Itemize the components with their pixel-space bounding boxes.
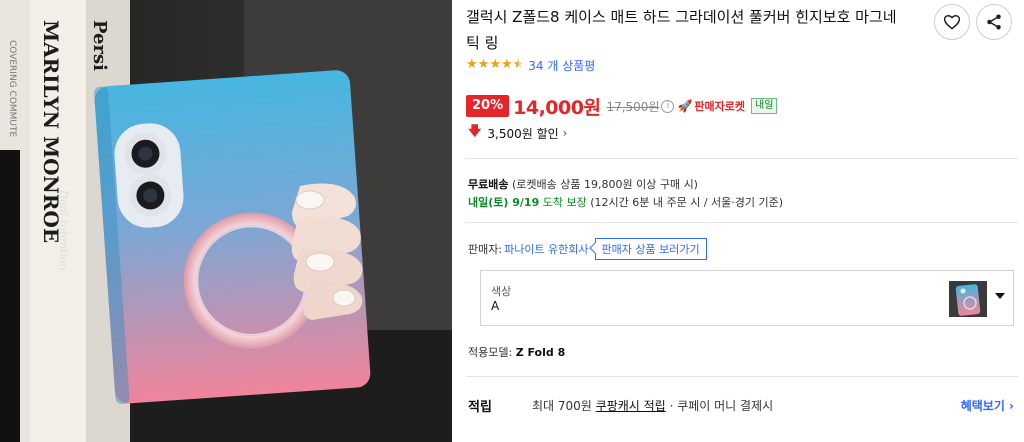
free-shipping-info: 무료배송 (로켓배송 상품 19,800원 이상 구매 시) <box>468 176 698 192</box>
chevron-right-icon: › <box>562 126 568 140</box>
rating-row[interactable]: ★ ★ ★ ★ ★ 34 개 상품평 <box>466 55 595 75</box>
option-thumbnail-image <box>949 281 987 317</box>
rocket-icon: 🚀 <box>677 99 693 113</box>
points-suffix: · 쿠페이 머니 결제시 <box>669 399 774 413</box>
star-icon: ★ <box>500 57 513 72</box>
review-count-link[interactable]: 34 개 상품평 <box>528 57 595 74</box>
coupon-label: 3,500원 할인 <box>487 126 559 141</box>
seller-label: 판매자: <box>468 243 503 256</box>
tomorrow-badge: 내일 <box>751 98 778 114</box>
star-icon: ★ <box>477 57 490 72</box>
delivery-eta-suffix: 도착 보장 <box>542 196 587 209</box>
free-shipping-detail: (로켓배송 상품 19,800원 이상 구매 시) <box>511 178 698 191</box>
divider <box>466 222 1018 223</box>
delivery-type-label: 판매자로켓 <box>694 100 746 113</box>
free-shipping-label: 무료배송 <box>468 178 509 191</box>
star-half-icon: ★ <box>512 57 525 72</box>
product-info-panel: 갤럭시 Z폴드8 케이스 매트 하드 그라데이션 풀커버 힌지보호 마그네틱 링… <box>466 0 1018 442</box>
heart-icon <box>943 15 961 30</box>
share-icon <box>987 14 1001 30</box>
info-icon[interactable]: i <box>661 99 675 113</box>
delivery-eta-detail: (12시간 6분 내 주문 시 / 서울·경기 기준) <box>590 196 784 209</box>
option-thumbnail <box>949 281 987 317</box>
delivery-eta-info: 내일(토) 9/19 도착 보장 (12시간 6분 내 주문 시 / 서울·경기… <box>468 194 783 210</box>
color-option-select[interactable]: 색상 A <box>480 270 1014 326</box>
star-rating: ★ ★ ★ ★ ★ <box>466 58 524 72</box>
product-title: 갤럭시 Z폴드8 케이스 매트 하드 그라데이션 풀커버 힌지보호 마그네틱 링 <box>466 8 897 52</box>
share-button[interactable] <box>976 4 1012 40</box>
option-label: 색상 <box>491 285 512 298</box>
points-text: 최대 700원 쿠팡캐시 적립 · 쿠페이 머니 결제시 <box>532 397 773 414</box>
points-row: 적립 최대 700원 쿠팡캐시 적립 · 쿠페이 머니 결제시 혜택보기 › <box>466 384 1018 426</box>
book-spine-text: Dual Intention <box>57 189 70 271</box>
points-label: 적립 <box>468 400 492 415</box>
compatible-model: 적용모델: Z Fold 8 <box>468 344 565 360</box>
product-photo-illustration: MARILYN MONROE Persi COVERING COMMUTE Du… <box>0 0 452 442</box>
divider <box>466 376 1018 377</box>
divider <box>466 158 1018 159</box>
star-icon: ★ <box>489 57 501 72</box>
option-value: A <box>491 299 500 313</box>
sale-price: 14,000원 <box>513 96 601 119</box>
view-benefits-link[interactable]: 혜택보기 › <box>961 397 1014 414</box>
price-row: 20% 14,000원 17,500원 i 🚀 판매자로켓 내일 <box>466 94 778 119</box>
product-image[interactable]: MARILYN MONROE Persi COVERING COMMUTE Du… <box>0 0 452 442</box>
coupang-cash-link[interactable]: 쿠팡캐시 적립 <box>596 399 666 413</box>
seller-products-button[interactable]: 판매자 상품 보러가기 <box>594 238 707 260</box>
delivery-eta-day: 내일(토) 9/19 <box>468 196 540 209</box>
model-value: Z Fold 8 <box>515 346 566 359</box>
discount-badge: 20% <box>466 95 510 117</box>
coupon-discount-link[interactable]: 🡇 3,500원 할인 › <box>468 124 567 142</box>
model-label: 적용모델: <box>468 346 513 359</box>
chevron-down-icon <box>995 293 1005 299</box>
seller-name-link[interactable]: 파나이트 유한회사 <box>504 241 588 257</box>
book-spine-text: COVERING COMMUTE <box>7 40 17 138</box>
original-price: 17,500원 <box>606 99 660 114</box>
book-spine-text: Persi <box>89 20 110 71</box>
points-prefix: 최대 700원 <box>532 399 592 413</box>
seller-row: 판매자: 파나이트 유한회사 판매자 상품 보러가기 <box>468 238 707 260</box>
favorite-button[interactable] <box>934 4 970 40</box>
star-icon: ★ <box>466 57 478 72</box>
down-arrow-icon: 🡇 <box>468 124 482 139</box>
